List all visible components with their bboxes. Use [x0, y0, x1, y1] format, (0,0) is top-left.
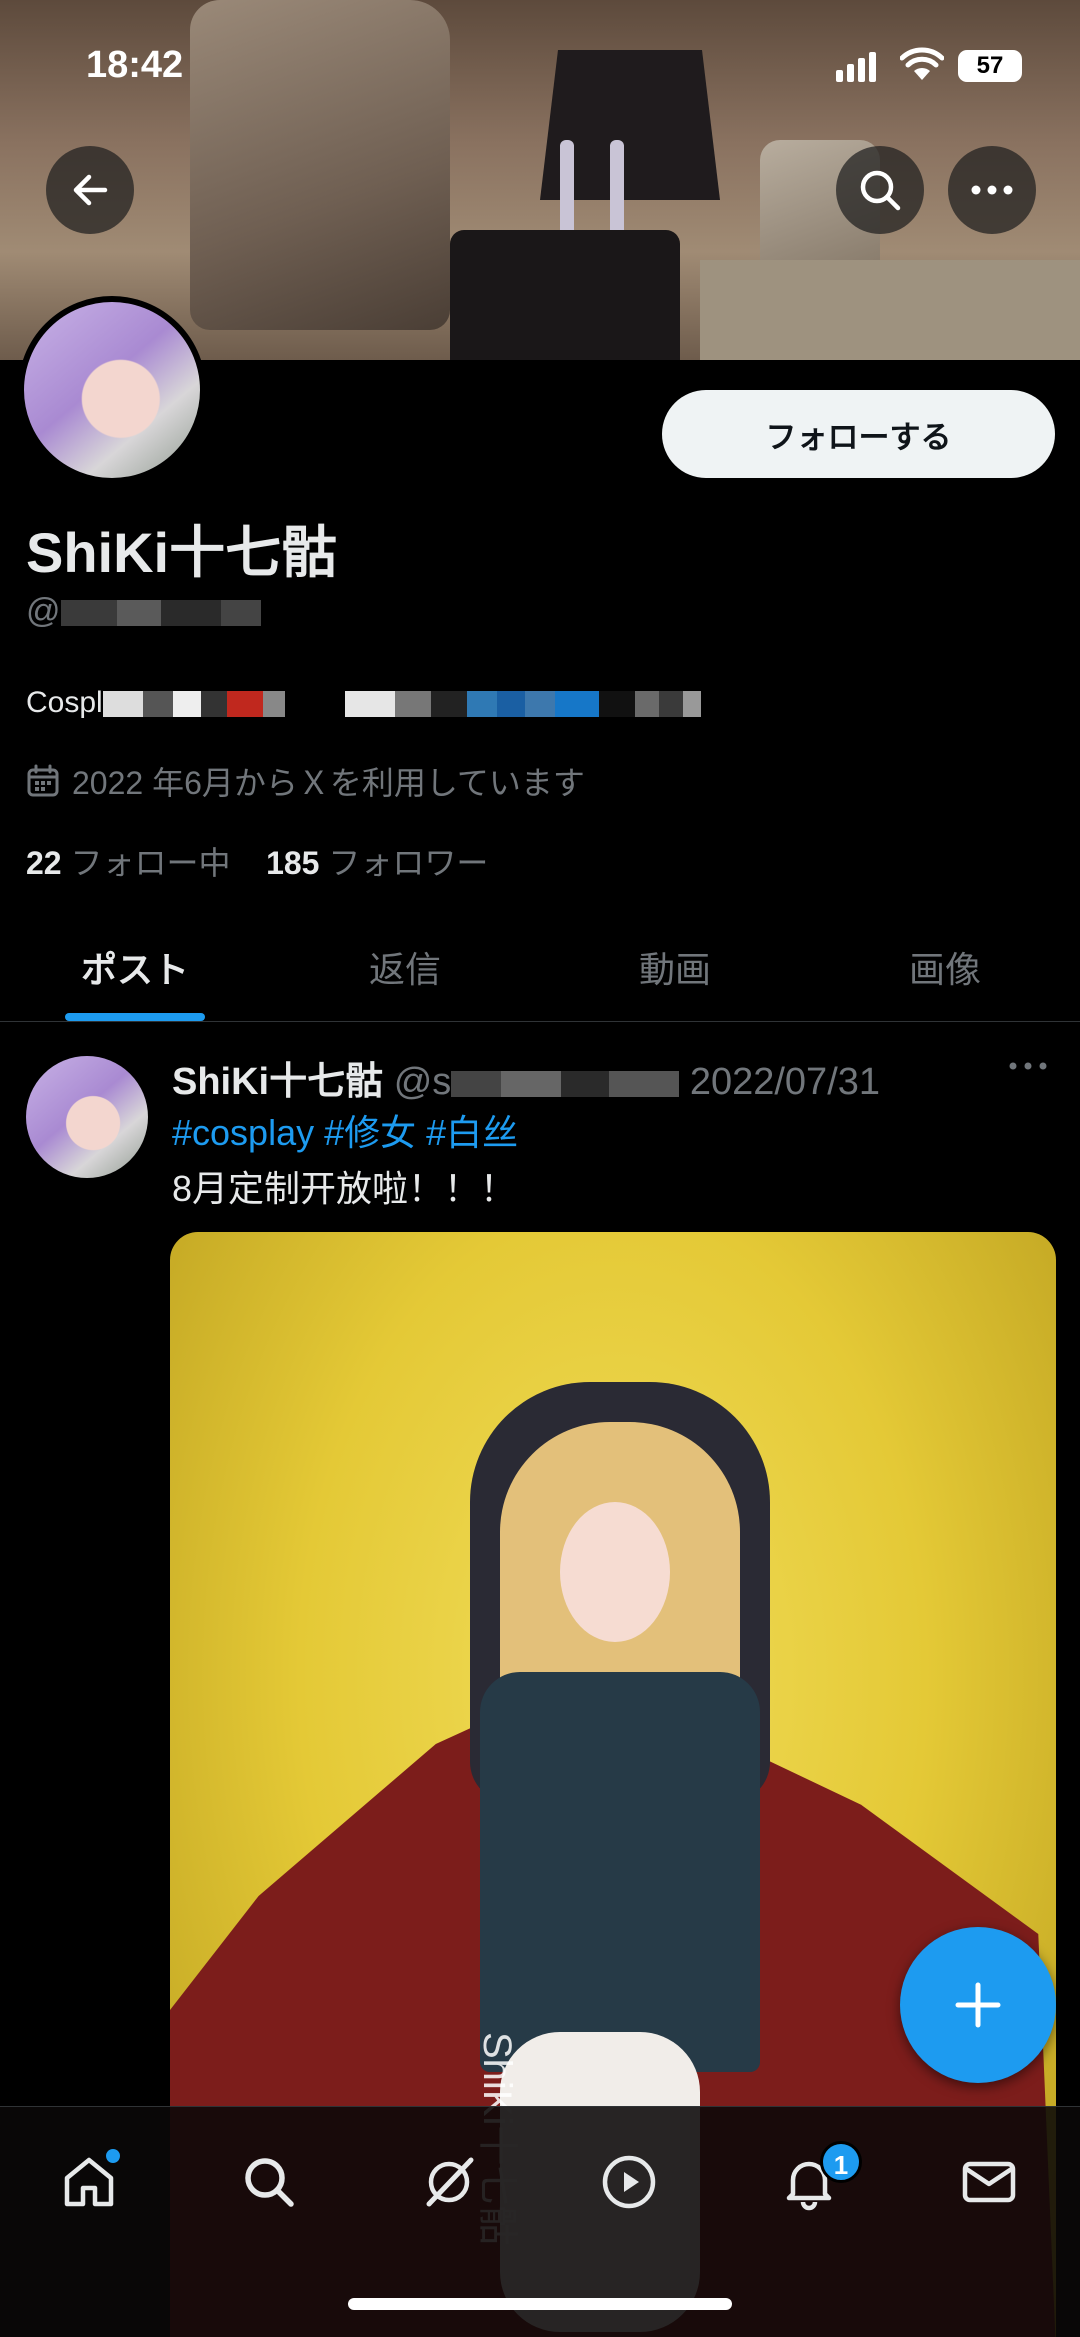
search-icon [860, 170, 901, 211]
wifi-icon [900, 47, 944, 80]
nav-search[interactable] [224, 2137, 314, 2227]
home-indicator[interactable] [348, 2298, 732, 2310]
post-author-handle[interactable]: @s [394, 1061, 452, 1103]
post-text: 8月定制开放啦！！！ [172, 1168, 517, 1209]
more-horizontal-icon [971, 185, 1013, 195]
messages-icon [962, 2161, 1016, 2203]
followers-label: フォロワー [328, 845, 489, 881]
nav-messages[interactable] [944, 2137, 1034, 2227]
nav-video[interactable] [584, 2137, 674, 2227]
follow-counts: 22 フォロー中 185 フォロワー [26, 838, 488, 884]
banner-path [700, 260, 1080, 360]
back-button[interactable] [46, 146, 134, 234]
nav-home[interactable] [44, 2137, 134, 2227]
calendar-icon [27, 764, 59, 797]
profile-handle-prefix: @ [26, 592, 61, 630]
tab-label: 画像 [908, 948, 981, 990]
tab-media[interactable]: 画像 [810, 912, 1080, 1021]
back-arrow-icon [73, 174, 108, 206]
search-button[interactable] [836, 146, 924, 234]
photo-dress [480, 1672, 760, 2072]
status-bar: 18:42 57 [0, 0, 1080, 130]
profile-avatar[interactable] [18, 296, 206, 484]
post-hashtags: #cosplay #修女 #白丝 [172, 1104, 518, 1156]
post-date: 2022/07/31 [689, 1061, 881, 1103]
plus-icon [955, 1982, 1001, 2028]
battery-indicator: 57 [958, 50, 1022, 82]
play-icon [602, 2155, 656, 2209]
compose-post-button[interactable] [900, 1927, 1056, 2083]
profile-tabs: ポスト 返信 動画 画像 [0, 912, 1080, 1022]
tab-replies[interactable]: 返信 [270, 912, 540, 1021]
post-more-button[interactable] [1008, 1058, 1048, 1076]
more-options-button[interactable] [948, 146, 1036, 234]
hashtag-link[interactable]: #cosplay [172, 1112, 314, 1153]
status-time: 18:42 [86, 44, 184, 86]
photo-face [560, 1502, 670, 1642]
tab-label: 返信 [368, 948, 441, 990]
post-author-name[interactable]: ShiKi十七骷 [172, 1061, 383, 1103]
followers-count: 185 [266, 845, 320, 881]
tab-posts[interactable]: ポスト [0, 912, 270, 1021]
nav-notifications[interactable]: 1 [764, 2137, 862, 2227]
following-label: フォロー中 [70, 845, 231, 881]
hashtag-link[interactable]: #白丝 [426, 1112, 518, 1153]
post-header: ShiKi十七骷 @s 2022/07/31 [172, 1050, 880, 1105]
follow-button[interactable]: フォローする [662, 390, 1055, 478]
unread-dot [106, 2149, 120, 2163]
profile-joined-date: 2022 年6月からＸを利用しています [26, 758, 585, 804]
following-link[interactable]: 22 フォロー中 [26, 845, 231, 881]
hashtag-link[interactable]: #修女 [324, 1112, 416, 1153]
post-author-avatar[interactable] [26, 1056, 148, 1178]
nav-grok[interactable] [404, 2137, 494, 2227]
joined-text: 2022 年6月からＸを利用しています [72, 765, 585, 801]
grok-icon [426, 2157, 474, 2207]
profile-bio: Cospl [26, 686, 701, 720]
tab-videos[interactable]: 動画 [540, 912, 810, 1021]
tab-label: 動画 [638, 948, 711, 990]
profile-handle: @ [26, 592, 261, 631]
search-icon [245, 2158, 294, 2207]
profile-bio-text: Cospl [26, 686, 103, 719]
active-tab-indicator [65, 1013, 205, 1021]
banner-bag [450, 230, 680, 360]
profile-name: ShiKi十七骷 [26, 521, 338, 584]
followers-link[interactable]: 185 フォロワー [266, 845, 488, 881]
tab-label: ポスト [80, 948, 189, 990]
following-count: 22 [26, 845, 62, 881]
notification-badge: 1 [820, 2141, 862, 2183]
more-horizontal-icon [1009, 1062, 1047, 1070]
